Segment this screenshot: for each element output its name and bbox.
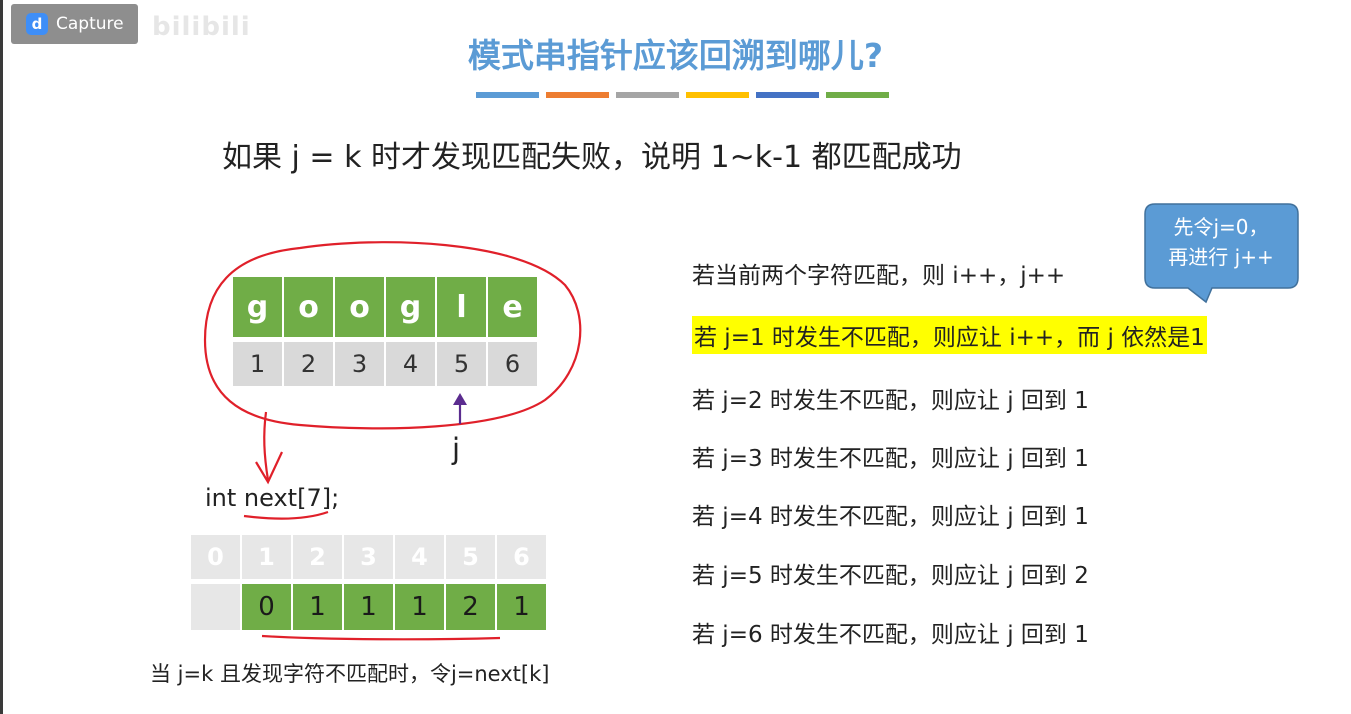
annotation-layer: [203, 203, 1299, 641]
callout-line-2: 再进行 j++: [1168, 245, 1274, 269]
red-circle-annotation: [203, 241, 582, 430]
callout-line-1: 先令j=0，: [1173, 215, 1269, 239]
red-underline-annotation: [261, 634, 501, 641]
callout-text: 先令j=0， 再进行 j++: [1146, 212, 1296, 272]
red-arrow-annotation: [263, 411, 270, 481]
red-underline-annotation: [243, 510, 329, 520]
